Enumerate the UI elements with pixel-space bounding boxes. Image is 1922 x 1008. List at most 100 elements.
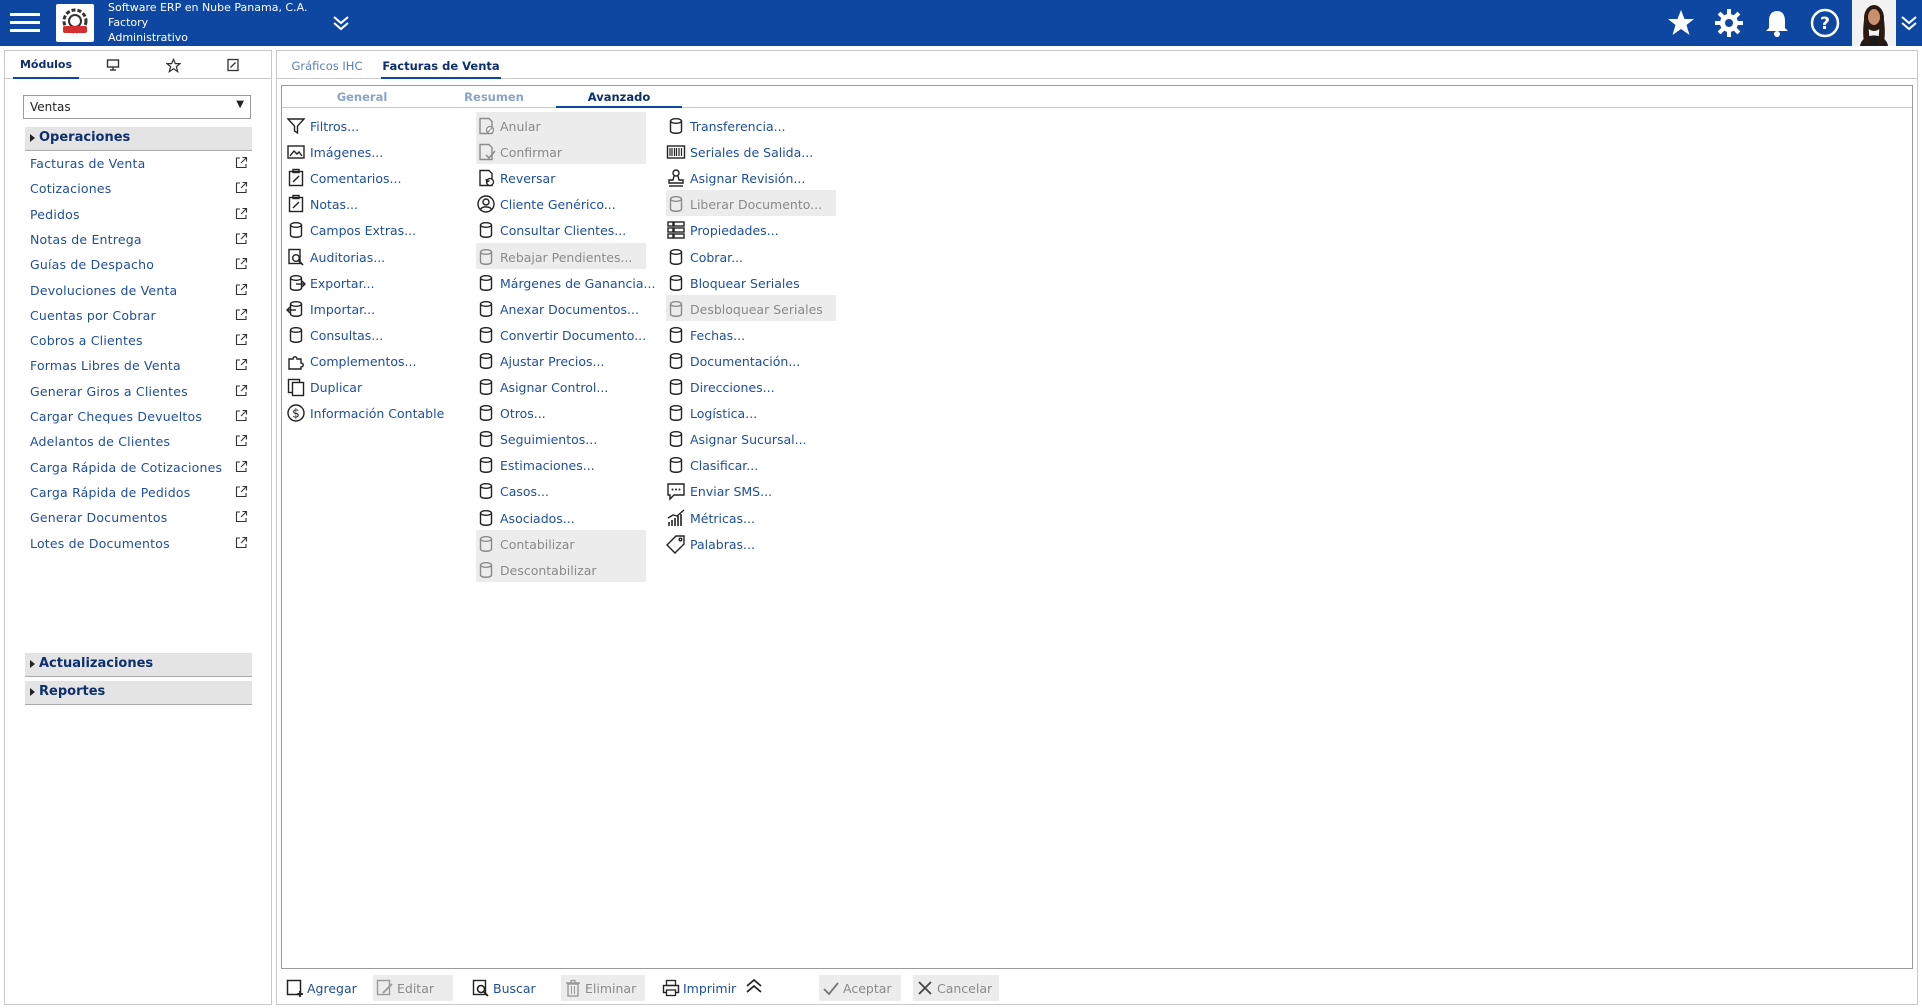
tab-modulos[interactable]: Módulos bbox=[13, 51, 79, 79]
subtab-general[interactable]: General bbox=[312, 86, 412, 108]
external-link-icon[interactable] bbox=[235, 409, 248, 422]
action-item[interactable]: Seguimientos... bbox=[476, 425, 646, 451]
external-link-icon[interactable] bbox=[235, 460, 248, 473]
edit-button[interactable]: Editar bbox=[373, 975, 453, 1001]
search-button[interactable]: Buscar bbox=[469, 975, 545, 1001]
sidebar-item[interactable]: Cargar Cheques Devueltos bbox=[30, 404, 252, 428]
sidebar-item[interactable]: Generar Documentos bbox=[30, 505, 252, 529]
action-item[interactable]: Anexar Documentos... bbox=[476, 295, 646, 321]
action-item[interactable]: Cliente Genérico... bbox=[476, 190, 646, 216]
action-item[interactable]: Auditorias... bbox=[286, 243, 466, 269]
action-item[interactable]: Asignar Control... bbox=[476, 373, 646, 399]
action-item[interactable]: Asociados... bbox=[476, 504, 646, 530]
subtab-resumen[interactable]: Resumen bbox=[444, 86, 544, 108]
user-avatar[interactable] bbox=[1852, 0, 1896, 46]
action-item[interactable]: Fechas... bbox=[666, 321, 836, 347]
action-item[interactable]: Palabras... bbox=[666, 530, 836, 556]
star-icon[interactable] bbox=[1665, 7, 1697, 39]
group-reportes[interactable]: Reportes bbox=[25, 681, 252, 705]
action-item[interactable]: Notas... bbox=[286, 190, 466, 216]
action-item[interactable]: Confirmar bbox=[476, 138, 646, 165]
group-actualizaciones[interactable]: Actualizaciones bbox=[25, 653, 252, 677]
action-item[interactable]: Rebajar Pendientes... bbox=[476, 242, 646, 269]
action-item[interactable]: Desbloquear Seriales bbox=[666, 294, 836, 321]
cancel-button[interactable]: Cancelar bbox=[913, 975, 999, 1001]
external-link-icon[interactable] bbox=[235, 181, 248, 194]
action-item[interactable]: Cobrar... bbox=[666, 243, 836, 269]
action-item[interactable]: Exportar... bbox=[286, 269, 466, 295]
action-item[interactable]: Importar... bbox=[286, 295, 466, 321]
sidebar-item[interactable]: Cobros a Clientes bbox=[30, 328, 252, 352]
action-item[interactable]: Transferencia... bbox=[666, 112, 836, 138]
gear-icon[interactable] bbox=[1713, 7, 1745, 39]
action-item[interactable]: Métricas... bbox=[666, 504, 836, 530]
action-item[interactable]: Descontabilizar bbox=[476, 555, 646, 582]
chevron-double-down-icon[interactable] bbox=[330, 12, 352, 34]
action-item[interactable]: Márgenes de Ganancia... bbox=[476, 269, 655, 295]
external-link-icon[interactable] bbox=[235, 358, 248, 371]
action-item[interactable]: Anular bbox=[476, 112, 646, 138]
accept-button[interactable]: Aceptar bbox=[819, 975, 901, 1001]
action-item[interactable]: Bloquear Seriales bbox=[666, 269, 836, 295]
hamburger-menu-icon[interactable] bbox=[8, 8, 42, 38]
notes-icon[interactable] bbox=[219, 51, 247, 79]
action-item[interactable]: Consultas... bbox=[286, 321, 466, 347]
action-item[interactable]: Consultar Clientes... bbox=[476, 216, 646, 242]
action-item[interactable]: Asignar Revisión... bbox=[666, 164, 836, 190]
chevron-double-down-icon[interactable] bbox=[1898, 12, 1920, 34]
company-logo[interactable] bbox=[56, 4, 94, 42]
action-item[interactable]: Logística... bbox=[666, 399, 836, 425]
tab-facturas-de-venta[interactable]: Facturas de Venta bbox=[381, 51, 501, 79]
action-item[interactable]: $ Información Contable bbox=[286, 399, 466, 425]
action-item[interactable]: Seriales de Salida... bbox=[666, 138, 836, 164]
sidebar-item[interactable]: Cuentas por Cobrar bbox=[30, 303, 252, 327]
external-link-icon[interactable] bbox=[235, 308, 248, 321]
sidebar-item[interactable]: Lotes de Documentos bbox=[30, 531, 252, 555]
external-link-icon[interactable] bbox=[235, 485, 248, 498]
module-select[interactable]: Ventas ▼ bbox=[23, 95, 251, 119]
star-outline-icon[interactable] bbox=[159, 51, 187, 79]
sidebar-item[interactable]: Carga Rápida de Cotizaciones bbox=[30, 455, 252, 479]
sidebar-item[interactable]: Generar Giros a Clientes bbox=[30, 379, 252, 403]
print-button[interactable]: Imprimir bbox=[659, 975, 739, 1001]
external-link-icon[interactable] bbox=[235, 384, 248, 397]
chevron-double-up-icon[interactable] bbox=[743, 975, 767, 1001]
sidebar-item[interactable]: Formas Libres de Venta bbox=[30, 353, 252, 377]
monitor-icon[interactable] bbox=[99, 51, 127, 79]
action-item[interactable]: Ajustar Precios... bbox=[476, 347, 646, 373]
action-item[interactable]: Documentación... bbox=[666, 347, 836, 373]
action-item[interactable]: Campos Extras... bbox=[286, 216, 466, 242]
external-link-icon[interactable] bbox=[235, 536, 248, 549]
sidebar-item[interactable]: Devoluciones de Venta bbox=[30, 278, 252, 302]
action-item[interactable]: Estimaciones... bbox=[476, 451, 646, 477]
action-item[interactable]: Reversar bbox=[476, 164, 646, 190]
sidebar-item[interactable]: Carga Rápida de Pedidos bbox=[30, 480, 252, 504]
sidebar-item[interactable]: Notas de Entrega bbox=[30, 227, 252, 251]
add-button[interactable]: Agregar bbox=[283, 975, 359, 1001]
action-item[interactable]: Casos... bbox=[476, 477, 646, 503]
external-link-icon[interactable] bbox=[235, 156, 248, 169]
sidebar-item[interactable]: Pedidos bbox=[30, 202, 252, 226]
subtab-avanzado[interactable]: Avanzado bbox=[556, 86, 682, 108]
external-link-icon[interactable] bbox=[235, 257, 248, 270]
action-item[interactable]: Complementos... bbox=[286, 347, 466, 373]
external-link-icon[interactable] bbox=[235, 232, 248, 245]
sidebar-item[interactable]: Facturas de Venta bbox=[30, 151, 252, 175]
action-item[interactable]: Duplicar bbox=[286, 373, 466, 399]
external-link-icon[interactable] bbox=[235, 333, 248, 346]
action-item[interactable]: Comentarios... bbox=[286, 164, 466, 190]
group-operaciones[interactable]: Operaciones bbox=[25, 127, 252, 151]
action-item[interactable]: Convertir Documento... bbox=[476, 321, 646, 347]
external-link-icon[interactable] bbox=[235, 207, 248, 220]
action-item[interactable]: Propiedades... bbox=[666, 216, 836, 242]
action-item[interactable]: Imágenes... bbox=[286, 138, 466, 164]
bell-icon[interactable] bbox=[1761, 7, 1793, 39]
sidebar-item[interactable]: Cotizaciones bbox=[30, 176, 252, 200]
tab-graficos-ihc[interactable]: Gráficos IHC bbox=[283, 51, 371, 79]
action-item[interactable]: Asignar Sucursal... bbox=[666, 425, 836, 451]
action-item[interactable]: Filtros... bbox=[286, 112, 466, 138]
external-link-icon[interactable] bbox=[235, 510, 248, 523]
action-item[interactable]: Direcciones... bbox=[666, 373, 836, 399]
action-item[interactable]: Enviar SMS... bbox=[666, 477, 836, 503]
action-item[interactable]: Liberar Documento... bbox=[666, 190, 836, 217]
